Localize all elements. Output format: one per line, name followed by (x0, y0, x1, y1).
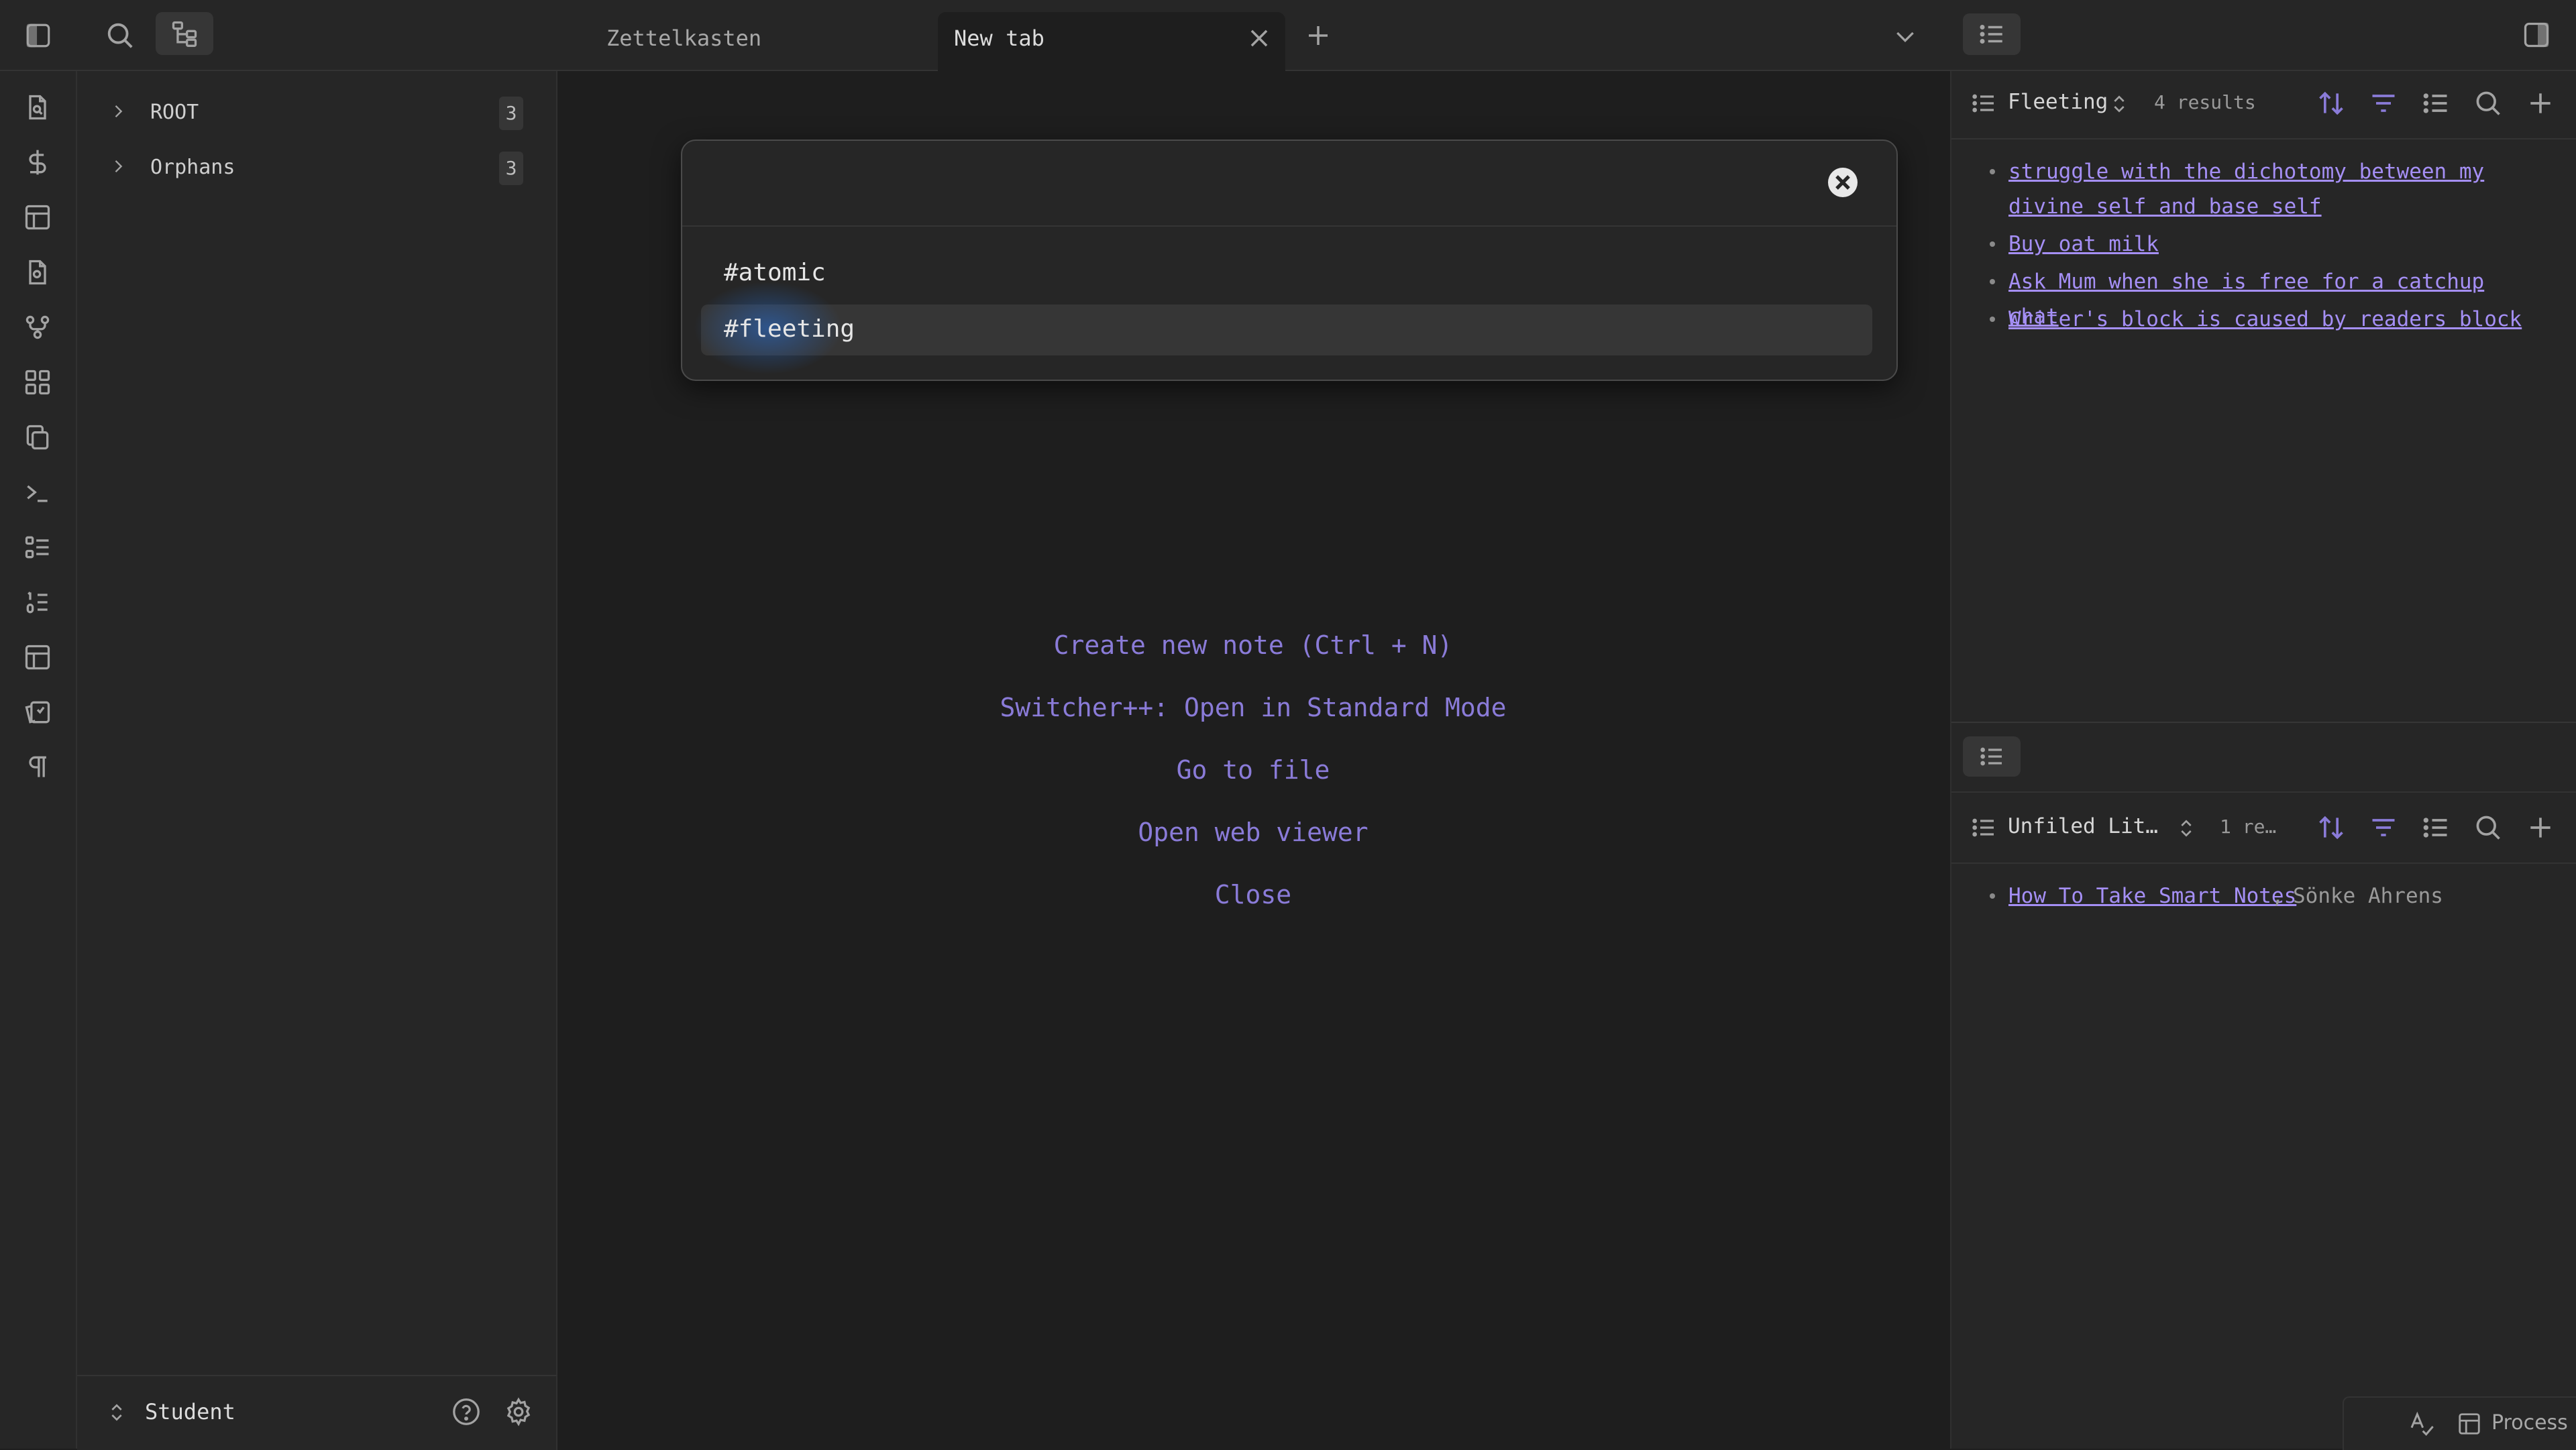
note-link[interactable]: struggle with the dichotomy between my d… (2008, 154, 2545, 224)
list-icon (1978, 743, 2006, 770)
tree-item-root[interactable]: ROOT 3 (94, 94, 530, 134)
divider (1951, 791, 2576, 793)
tag-search-modal: #atomic #fleeting (681, 140, 1898, 381)
open-web-viewer-link[interactable]: Open web viewer (557, 818, 1949, 847)
list-view-icon[interactable] (2421, 89, 2451, 118)
list-icon (1976, 20, 2007, 48)
new-tab-plus-icon[interactable] (1304, 21, 1332, 50)
sort-icon[interactable] (2316, 89, 2346, 118)
filter-icon[interactable] (2369, 89, 2398, 118)
outline-button[interactable] (1963, 736, 2021, 777)
bullet (1990, 317, 1995, 322)
go-to-file-link[interactable]: Go to file (557, 755, 1949, 785)
note-link[interactable]: Writer's block is caused by readers bloc… (2008, 302, 2522, 337)
switcher-standard-mode-link[interactable]: Switcher++: Open in Standard Mode (557, 693, 1949, 722)
query-title[interactable]: Unfiled Lit… (2008, 814, 2158, 838)
layout-icon[interactable] (23, 203, 52, 232)
tab-label: New tab (954, 25, 1044, 51)
pane-split-divider[interactable] (1951, 722, 2576, 723)
suggestion-item-selected[interactable]: #fleeting (688, 278, 1872, 378)
search-icon[interactable] (2473, 813, 2503, 842)
terminal-icon[interactable] (23, 478, 52, 507)
unfiled-lit-header: Unfiled Lit… 1 re… (1951, 805, 2576, 852)
chevron-right-icon (109, 102, 127, 121)
list-icon (1970, 90, 1997, 117)
toggle-right-sidebar-icon[interactable] (2521, 20, 2552, 50)
status-bar: Process (2343, 1396, 2576, 1450)
chevron-up-down-icon (106, 1400, 127, 1425)
separator: , (2271, 884, 2284, 908)
hierarchy-icon (169, 19, 200, 48)
suggestion-label: #fleeting (724, 315, 855, 343)
spellcheck-icon[interactable] (2408, 1410, 2435, 1437)
create-new-note-link[interactable]: Create new note (Ctrl + N) (557, 630, 1949, 660)
sort-numeric-icon[interactable] (23, 588, 52, 617)
tree-item-count: 3 (499, 152, 523, 185)
layout-icon[interactable] (2457, 1411, 2482, 1437)
search-icon[interactable] (2473, 89, 2503, 118)
bullet (1990, 279, 1995, 284)
copy-files-icon[interactable] (23, 423, 52, 452)
empty-state-actions: Create new note (Ctrl + N) Switcher++: O… (557, 630, 1949, 926)
help-icon[interactable] (451, 1396, 482, 1427)
chevron-right-icon (109, 157, 127, 176)
tab-new-tab[interactable]: New tab (938, 12, 1285, 71)
toggle-left-sidebar-icon[interactable] (23, 21, 54, 50)
divider (1951, 862, 2576, 864)
vault-switcher[interactable]: Student (101, 1395, 369, 1430)
note-link[interactable]: How To Take Smart Notes (2008, 879, 2296, 913)
tab-bar (0, 0, 2576, 71)
list-icon (1970, 814, 1997, 841)
tree-item-count: 3 (499, 97, 523, 130)
query-result-count: 1 re… (2220, 816, 2277, 838)
dollar-icon[interactable] (23, 148, 52, 177)
bullet (1990, 241, 1995, 247)
table-layout-icon[interactable] (23, 643, 52, 672)
tree-item-label: Orphans (150, 156, 235, 179)
search-icon[interactable] (105, 20, 136, 51)
query-result-count: 4 results (2154, 91, 2256, 113)
clear-input-icon[interactable] (1827, 166, 1859, 199)
flashcards-icon[interactable] (23, 698, 52, 727)
right-outline-button[interactable] (1963, 13, 2021, 55)
add-icon[interactable] (2526, 89, 2555, 118)
bullet (1990, 169, 1995, 174)
query-title[interactable]: Fleeting (2008, 90, 2108, 114)
list-view-icon[interactable] (2421, 813, 2451, 842)
file-search-icon[interactable] (23, 93, 52, 122)
status-process-label[interactable]: Process (2491, 1411, 2568, 1435)
dashboard-grid-icon[interactable] (23, 368, 52, 397)
fleeting-header: Fleeting 4 results (1951, 80, 2576, 127)
divider (1951, 138, 2576, 140)
vault-name: Student (145, 1399, 235, 1425)
left-sidebar (77, 71, 557, 1375)
modal-divider (682, 225, 1896, 227)
tab-label: Zettelkasten (606, 25, 762, 51)
tab-zettelkasten[interactable]: Zettelkasten (589, 12, 938, 70)
bullet (1990, 893, 1995, 899)
add-icon[interactable] (2526, 813, 2555, 842)
suggestion-item[interactable]: #atomic (701, 248, 1872, 299)
pilcrow-icon[interactable] (23, 752, 52, 782)
gear-icon[interactable] (503, 1396, 534, 1427)
close-tab-icon[interactable] (1246, 25, 1272, 51)
tree-item-orphans[interactable]: Orphans 3 (94, 149, 530, 189)
tag-search-input[interactable] (702, 154, 1805, 209)
graph-view-icon[interactable] (23, 313, 52, 342)
author-name: Sönke Ahrens (2293, 884, 2443, 908)
chevron-up-down-icon[interactable] (2108, 91, 2130, 117)
chevron-up-down-icon[interactable] (2176, 816, 2197, 841)
sort-icon[interactable] (2316, 813, 2346, 842)
checklist-icon[interactable] (23, 533, 52, 562)
filter-icon[interactable] (2369, 813, 2398, 842)
note-link[interactable]: Buy oat milk (2008, 227, 2159, 262)
file-search-alt-icon[interactable] (23, 258, 52, 287)
tab-list-chevron-down-icon[interactable] (1892, 23, 1919, 50)
close-link[interactable]: Close (557, 880, 1949, 909)
file-tree-view-button[interactable] (156, 12, 213, 55)
tree-item-label: ROOT (150, 101, 199, 124)
